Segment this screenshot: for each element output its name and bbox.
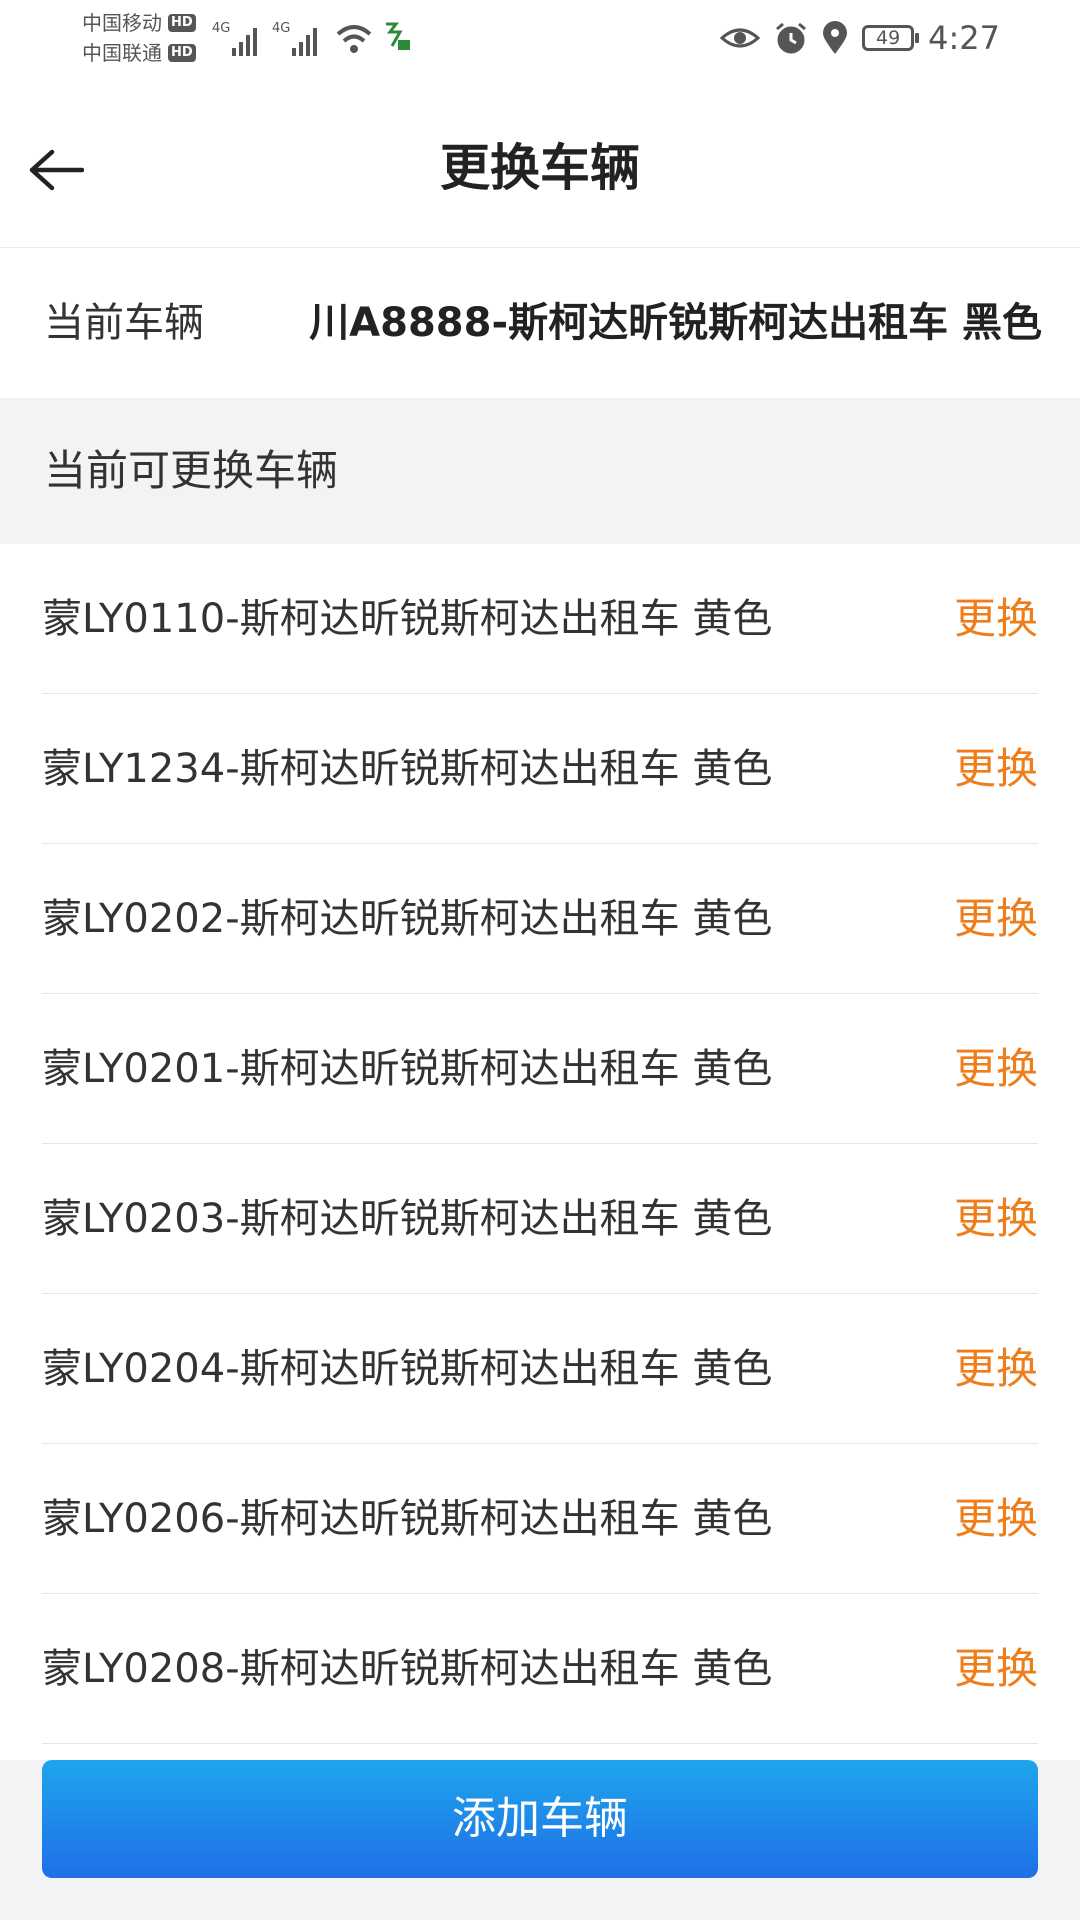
carrier-row-1: 中国移动 HD [82,8,196,38]
add-vehicle-button[interactable]: 添加车辆 [42,1760,1038,1878]
hd-badge-2: HD [168,44,196,62]
hd-badge-1: HD [168,14,196,32]
eye-comfort-icon [720,28,761,48]
nav-bar: 更换车辆 [0,80,1080,248]
battery-level: 49 [876,27,901,49]
vehicle-name: 蒙LY1234-斯柯达昕锐斯柯达出租车 黄色 [42,746,773,792]
vehicle-name: 蒙LY0204-斯柯达昕锐斯柯达出租车 黄色 [42,1346,773,1392]
carrier-name-2: 中国联通 [82,41,162,65]
network-type-2: 4G [272,21,290,36]
vehicle-list: 蒙LY0110-斯柯达昕锐斯柯达出租车 黄色 更换 蒙LY1234-斯柯达昕锐斯… [0,544,1080,1760]
status-bar: 中国移动 HD 中国联通 HD 4G 4G 49 4:27 [0,0,1080,80]
carrier-info: 中国移动 HD 中国联通 HD [82,8,196,68]
network-type-1: 4G [212,21,230,36]
replace-button[interactable]: 更换 [954,1294,1038,1444]
status-time: 4:27 [928,19,1000,57]
cellular-signal-icon-2: 4G [272,21,317,56]
vehicle-name: 蒙LY0203-斯柯达昕锐斯柯达出租车 黄色 [42,1196,773,1242]
current-vehicle-label: 当前车辆 [44,300,204,346]
list-item: 蒙LY0206-斯柯达昕锐斯柯达出租车 黄色 更换 [42,1444,1038,1594]
carrier-name-1: 中国移动 [82,11,162,35]
list-item: 蒙LY1234-斯柯达昕锐斯柯达出租车 黄色 更换 [42,694,1038,844]
replace-button[interactable]: 更换 [954,694,1038,844]
vehicle-name: 蒙LY0202-斯柯达昕锐斯柯达出租车 黄色 [42,896,773,942]
page-title: 更换车辆 [440,139,640,197]
carrier-row-2: 中国联通 HD [82,38,196,68]
replace-button[interactable]: 更换 [954,1594,1038,1744]
current-vehicle-row: 当前车辆 川A8888-斯柯达昕锐斯柯达出租车 黑色 [0,248,1080,398]
list-item: 蒙LY0110-斯柯达昕锐斯柯达出租车 黄色 更换 [42,544,1038,694]
cellular-signal-icon: 4G [212,21,257,56]
replace-button[interactable]: 更换 [954,1144,1038,1294]
replace-button[interactable]: 更换 [954,994,1038,1144]
battery-icon: 49 [862,25,920,51]
status-right: 49 4:27 [706,18,1000,58]
vehicle-name: 蒙LY0206-斯柯达昕锐斯柯达出租车 黄色 [42,1496,773,1542]
section-title: 当前可更换车辆 [44,446,339,495]
location-icon [823,21,848,54]
available-section-header: 当前可更换车辆 [0,398,1080,544]
list-item: 蒙LY0204-斯柯达昕锐斯柯达出租车 黄色 更换 [42,1294,1038,1444]
wifi-icon [336,25,372,53]
list-item: 蒙LY0203-斯柯达昕锐斯柯达出租车 黄色 更换 [42,1144,1038,1294]
app-notification-icon [386,22,410,50]
alarm-icon [776,22,807,54]
replace-button[interactable]: 更换 [954,544,1038,694]
vehicle-name: 蒙LY0201-斯柯达昕锐斯柯达出租车 黄色 [42,1046,773,1092]
bottom-bar: 添加车辆 [0,1760,1080,1920]
list-item: 蒙LY0202-斯柯达昕锐斯柯达出租车 黄色 更换 [42,844,1038,994]
replace-button[interactable]: 更换 [954,1444,1038,1594]
list-item: 蒙LY0208-斯柯达昕锐斯柯达出租车 黄色 更换 [42,1594,1038,1744]
vehicle-name: 蒙LY0110-斯柯达昕锐斯柯达出租车 黄色 [42,596,773,642]
current-vehicle-value: 川A8888-斯柯达昕锐斯柯达出租车 黑色 [309,300,1042,346]
list-item: 蒙LY0201-斯柯达昕锐斯柯达出租车 黄色 更换 [42,994,1038,1144]
vehicle-name: 蒙LY0208-斯柯达昕锐斯柯达出租车 黄色 [42,1646,773,1692]
replace-button[interactable]: 更换 [954,844,1038,994]
